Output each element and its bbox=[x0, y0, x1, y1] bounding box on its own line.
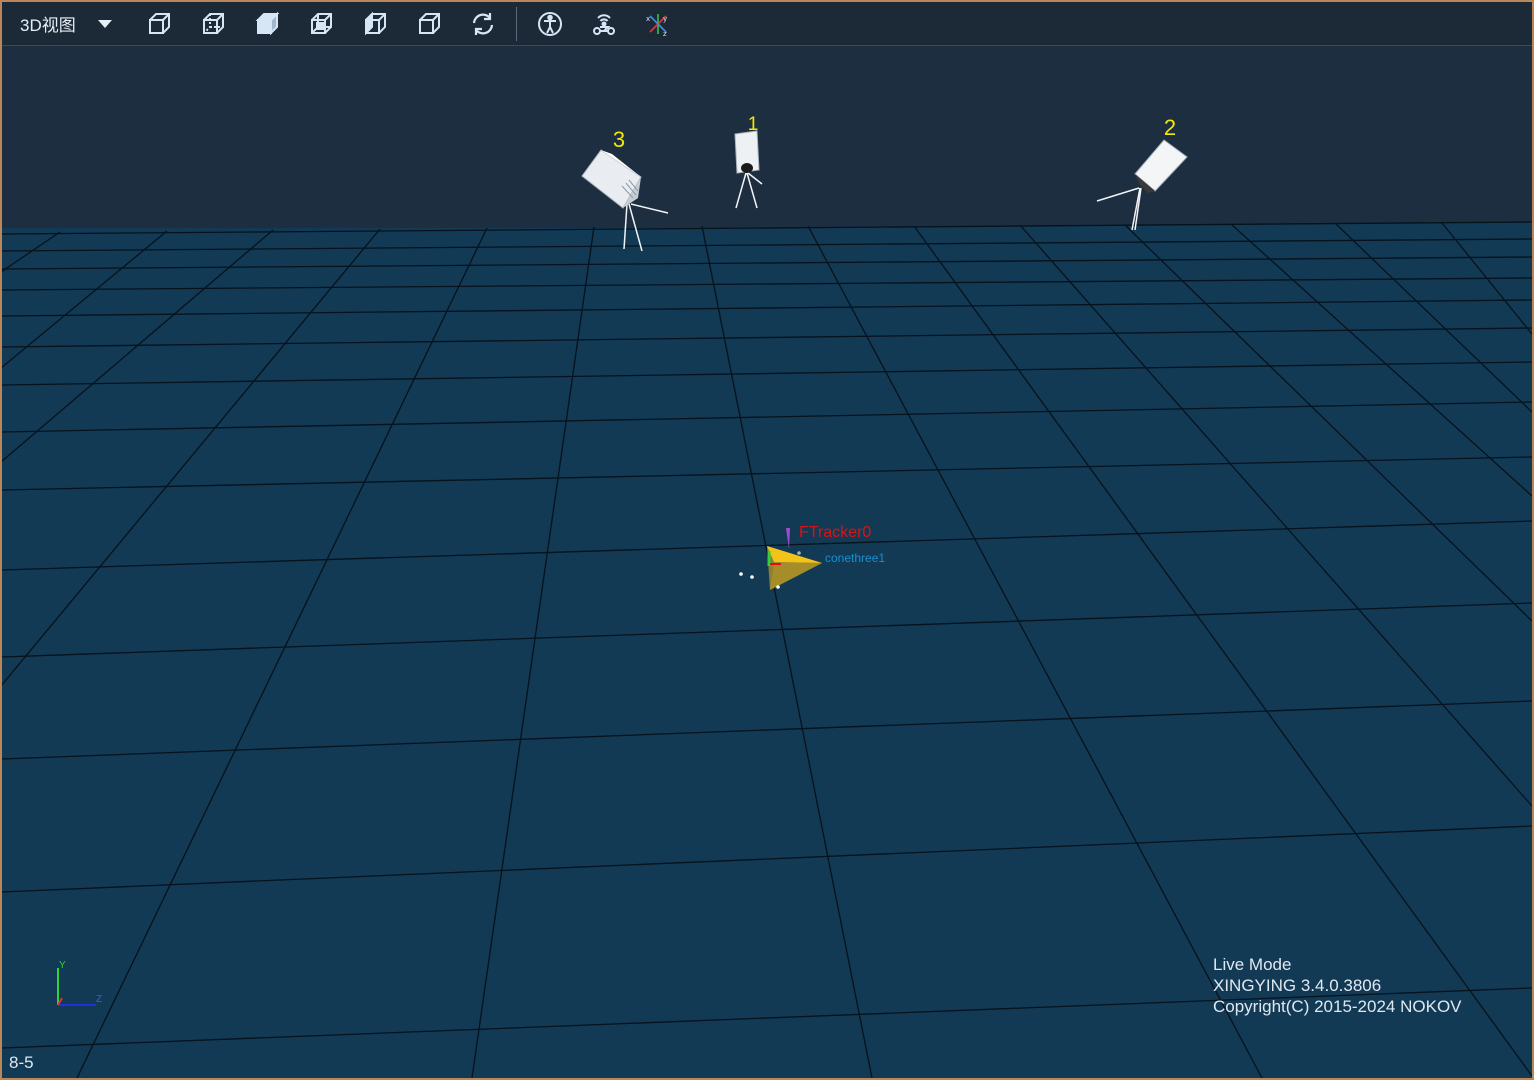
marker-point bbox=[750, 575, 754, 579]
view-mode-label: 3D视图 bbox=[20, 16, 76, 35]
view-cube-solid-icon bbox=[255, 11, 280, 35]
camera-label: 3 bbox=[613, 127, 625, 152]
tracker-label: FTracker0 bbox=[799, 524, 871, 541]
camera-label: 1 bbox=[748, 114, 759, 135]
axis-y-label: Y bbox=[59, 960, 66, 971]
skeleton-icon bbox=[537, 11, 562, 36]
view-right-button[interactable] bbox=[412, 7, 446, 41]
camera-label: 2 bbox=[1164, 115, 1176, 140]
view-solid-button[interactable] bbox=[250, 7, 284, 41]
floor bbox=[2, 222, 1532, 1078]
status-info: Live Mode XINGYING 3.4.0.3806 Copyright(… bbox=[1213, 954, 1462, 1017]
tracker-button[interactable] bbox=[587, 7, 621, 41]
copyright-label: Copyright(C) 2015-2024 NOKOV bbox=[1213, 997, 1462, 1016]
view-top-button[interactable] bbox=[196, 7, 230, 41]
skeleton-button[interactable] bbox=[533, 7, 567, 41]
marker-point bbox=[739, 572, 743, 576]
3d-viewport[interactable]: 3 1 2 FTracker0 conethree1 Y Z Live Mode… bbox=[2, 46, 1532, 1078]
axis-button[interactable]: x y z bbox=[641, 7, 675, 41]
axis-z-label: Z bbox=[96, 994, 102, 1005]
svg-text:x: x bbox=[646, 15, 650, 23]
chevron-down-icon bbox=[97, 19, 112, 28]
app-window: 3D视图 x y z 3 1 2 FTracker0 conethree1 Y … bbox=[0, 0, 1534, 1080]
marker-point bbox=[776, 585, 780, 589]
toolbar-divider bbox=[515, 6, 517, 41]
refresh-button[interactable] bbox=[466, 7, 500, 41]
3d-scene[interactable]: 3 1 2 FTracker0 conethree1 Y Z bbox=[2, 46, 1532, 1078]
mode-label: Live Mode bbox=[1213, 955, 1292, 974]
view-mode-dropdown[interactable]: 3D视图 bbox=[20, 9, 132, 39]
view-cube-wire-icon bbox=[310, 12, 332, 34]
view-cube-top-icon bbox=[202, 12, 224, 34]
marker-point bbox=[797, 551, 801, 555]
view-cube-right-icon bbox=[418, 12, 440, 34]
svg-text:z: z bbox=[663, 30, 667, 38]
view-left-button[interactable] bbox=[358, 7, 392, 41]
cone-label: conethree1 bbox=[825, 551, 885, 565]
toolbar: 3D视图 x y z bbox=[2, 2, 1532, 46]
view-front-button[interactable] bbox=[142, 7, 176, 41]
refresh-icon bbox=[472, 12, 493, 35]
frame-indicator: 8-5 bbox=[9, 1053, 34, 1072]
tracker-icon bbox=[592, 13, 615, 35]
view-cube-front-icon bbox=[148, 12, 170, 34]
view-wire-button[interactable] bbox=[304, 7, 338, 41]
svg-text:y: y bbox=[663, 15, 667, 23]
version-label: XINGYING 3.4.0.3806 bbox=[1213, 976, 1382, 995]
axis-xyz-icon: x y z bbox=[646, 13, 667, 38]
view-cube-left-icon bbox=[364, 11, 386, 35]
back-wall bbox=[2, 46, 1532, 228]
